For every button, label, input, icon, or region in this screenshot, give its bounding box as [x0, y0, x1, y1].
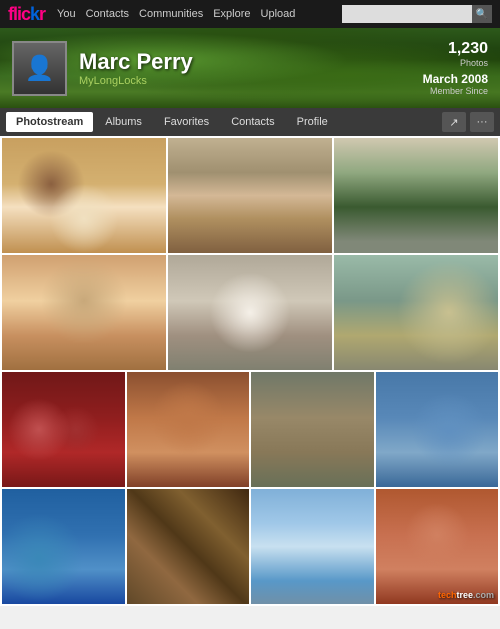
photo-sophie[interactable]: [251, 372, 374, 487]
photo-car[interactable]: [2, 489, 125, 604]
profile-username[interactable]: MyLongLocks: [79, 75, 411, 87]
nav-link-communities[interactable]: Communities: [139, 8, 203, 20]
photo-dog[interactable]: [168, 255, 332, 370]
photo-bridge[interactable]: [251, 489, 374, 604]
photo-row-2: [2, 255, 498, 370]
member-since-label: Member Since: [423, 86, 488, 96]
photos-count: 1,230: [423, 40, 488, 58]
profile-stats: 1,230 Photos March 2008 Member Since: [423, 40, 488, 96]
nav-link-upload[interactable]: Upload: [261, 8, 296, 20]
profile-info: Marc Perry MyLongLocks: [79, 49, 411, 87]
profile-banner: 👤 Marc Perry MyLongLocks 1,230 Photos Ma…: [0, 28, 500, 108]
top-nav-links: You Contacts Communities Explore Upload: [57, 8, 330, 20]
photo-grid: techtree.com: [0, 136, 500, 606]
tab-favorites[interactable]: Favorites: [154, 112, 219, 132]
top-navigation: flickr You Contacts Communities Explore …: [0, 0, 500, 28]
photo-duck[interactable]: [334, 255, 498, 370]
photo-row-4: techtree.com: [2, 489, 498, 604]
photo-chain[interactable]: [127, 489, 250, 604]
nav-link-you[interactable]: You: [57, 8, 76, 20]
avatar-image: 👤: [14, 43, 65, 94]
flickr-logo[interactable]: flickr: [8, 4, 45, 25]
tab-photostream[interactable]: Photostream: [6, 112, 93, 132]
photo-chair[interactable]: [376, 372, 499, 487]
photo-food2[interactable]: [127, 372, 250, 487]
photo-food-sandwich[interactable]: [2, 138, 166, 253]
sub-navigation: Photostream Albums Favorites Contacts Pr…: [0, 108, 500, 136]
photo-bags[interactable]: [168, 138, 332, 253]
nav-link-explore[interactable]: Explore: [213, 8, 250, 20]
photo-bottles[interactable]: [2, 372, 125, 487]
photo-man[interactable]: techtree.com: [376, 489, 499, 604]
nav-link-contacts[interactable]: Contacts: [86, 8, 129, 20]
photo-row-1: [2, 138, 498, 253]
tab-albums[interactable]: Albums: [95, 112, 152, 132]
photo-row-3: [2, 372, 498, 487]
tab-contacts[interactable]: Contacts: [221, 112, 284, 132]
photos-label: Photos: [423, 58, 488, 68]
tab-profile[interactable]: Profile: [287, 112, 338, 132]
photo-street[interactable]: [334, 138, 498, 253]
profile-name: Marc Perry: [79, 49, 411, 75]
search-button[interactable]: 🔍: [472, 5, 492, 23]
watermark: techtree.com: [438, 590, 494, 600]
share-button[interactable]: ↗: [442, 112, 466, 132]
member-since-date: March 2008: [423, 72, 488, 86]
more-button[interactable]: ···: [470, 112, 494, 132]
sub-nav-actions: ↗ ···: [442, 112, 494, 132]
search-area: 🔍: [342, 5, 492, 23]
avatar[interactable]: 👤: [12, 41, 67, 96]
search-input[interactable]: [342, 5, 472, 23]
photo-icecream[interactable]: [2, 255, 166, 370]
